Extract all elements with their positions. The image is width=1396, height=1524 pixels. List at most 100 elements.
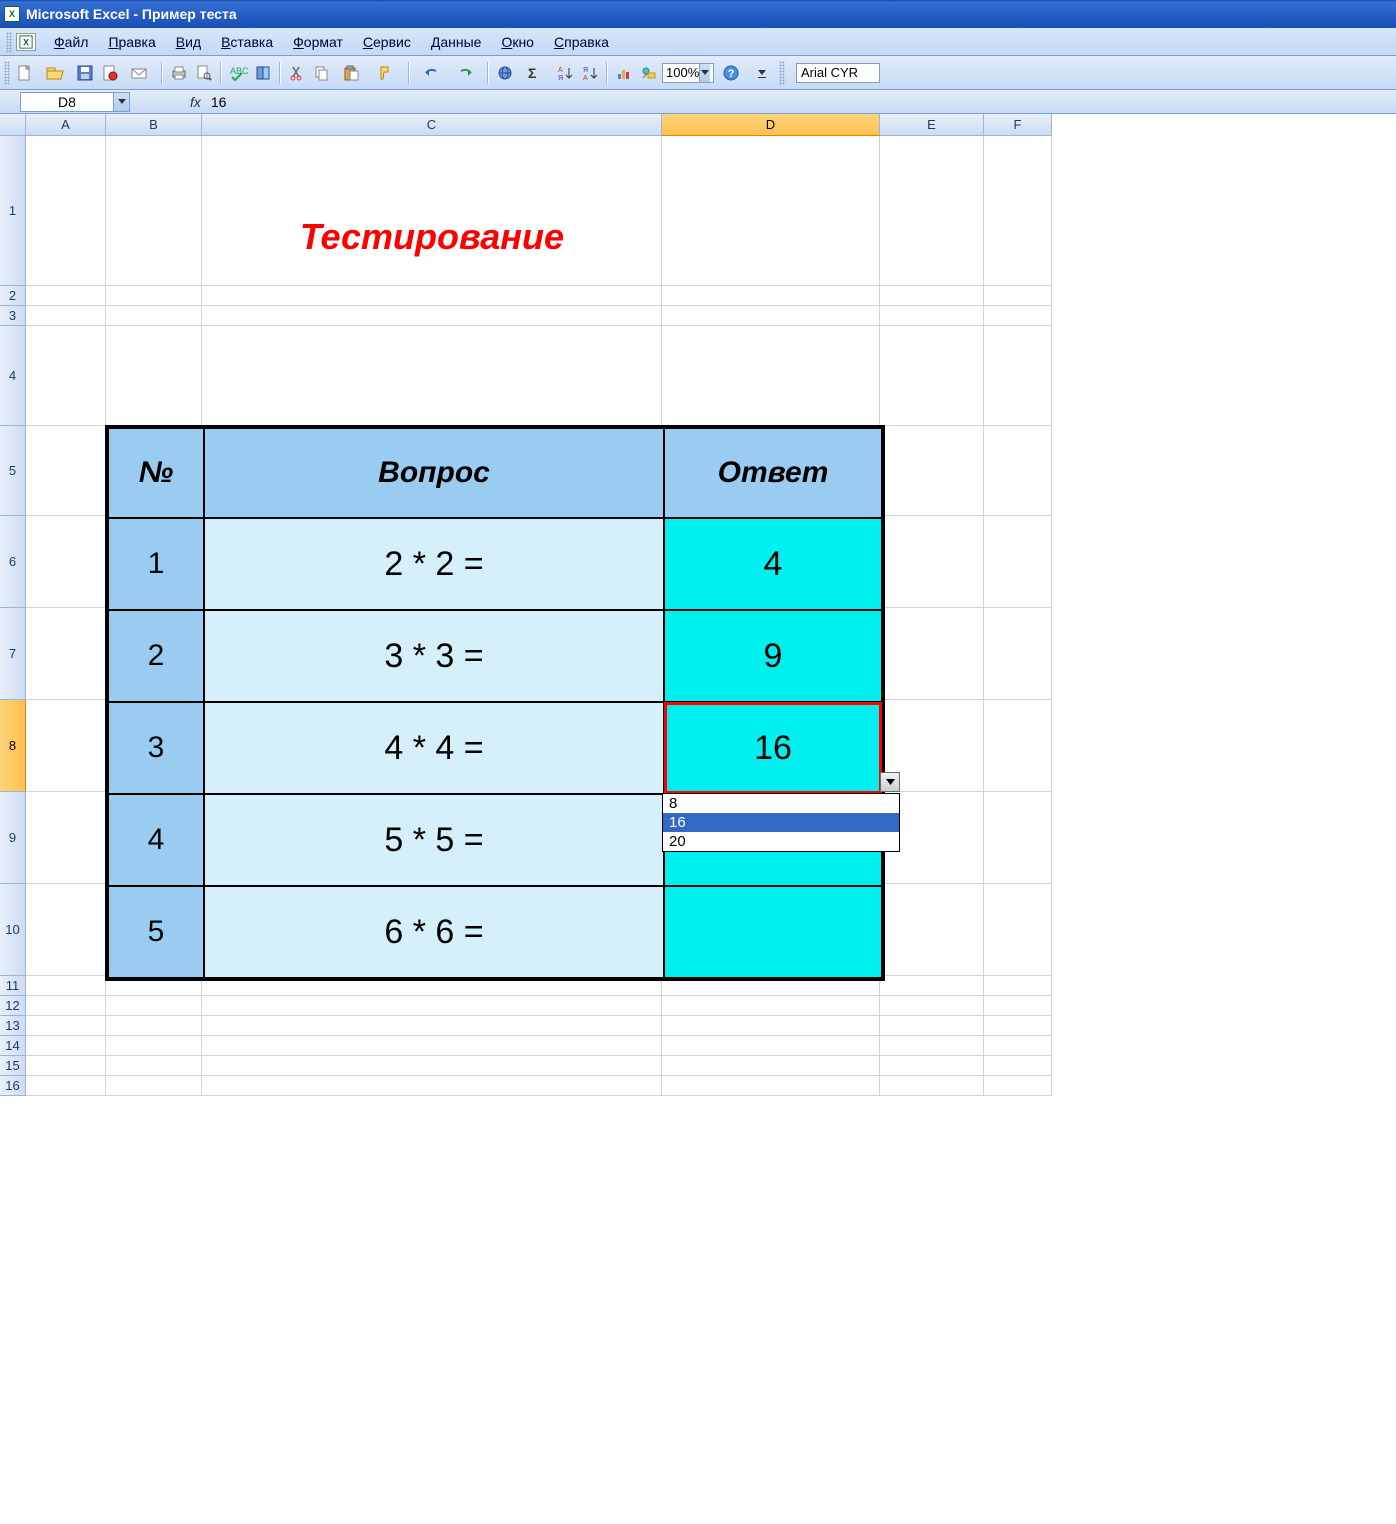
row-header-2[interactable]: 2: [0, 286, 26, 306]
autosum-button[interactable]: Σ: [518, 61, 552, 85]
formula-value[interactable]: 16: [211, 94, 227, 110]
separator: [487, 62, 489, 84]
menu-вид[interactable]: Вид: [166, 31, 211, 53]
quiz-question-2[interactable]: 3 * 3 =: [204, 610, 664, 702]
paste-button[interactable]: [335, 61, 369, 85]
svg-text:Я: Я: [558, 75, 563, 81]
standard-toolbar: ABC Σ АЯ ЯА 100% ? Arial CYR: [0, 56, 1396, 90]
quiz-num-2[interactable]: 2: [108, 610, 204, 702]
column-header-D[interactable]: D: [662, 114, 880, 136]
print-button[interactable]: [167, 61, 191, 85]
row-header-1[interactable]: 1: [0, 136, 26, 286]
format-painter-button[interactable]: [370, 61, 404, 85]
copy-button[interactable]: [310, 61, 334, 85]
separator: [279, 62, 281, 84]
row-header-16[interactable]: 16: [0, 1076, 26, 1096]
chart-button[interactable]: [612, 61, 636, 85]
column-header-C[interactable]: C: [202, 114, 662, 136]
permissions-button[interactable]: [98, 61, 122, 85]
row-header-4[interactable]: 4: [0, 326, 26, 426]
row-header-15[interactable]: 15: [0, 1056, 26, 1076]
font-combo[interactable]: Arial CYR: [796, 63, 880, 83]
window-title: Microsoft Excel - Пример теста: [26, 6, 237, 22]
menu-данные[interactable]: Данные: [421, 31, 492, 53]
menu-файл[interactable]: Файл: [44, 31, 98, 53]
spelling-button[interactable]: ABC: [226, 61, 250, 85]
mail-button[interactable]: [123, 61, 157, 85]
quiz-num-5[interactable]: 5: [108, 886, 204, 978]
dropdown-option[interactable]: 8: [663, 794, 899, 813]
row-header-3[interactable]: 3: [0, 306, 26, 326]
quiz-answer-1[interactable]: 4: [664, 518, 882, 610]
help-button[interactable]: ?: [715, 61, 749, 85]
row-header-6[interactable]: 6: [0, 516, 26, 608]
row-header-5[interactable]: 5: [0, 426, 26, 516]
zoom-value: 100%: [666, 65, 699, 80]
row-header-10[interactable]: 10: [0, 884, 26, 976]
print-preview-button[interactable]: [192, 61, 216, 85]
toolbar-options-button[interactable]: [750, 61, 774, 85]
column-header-E[interactable]: E: [880, 114, 984, 136]
sort-asc-button[interactable]: АЯ: [553, 61, 577, 85]
zoom-combo[interactable]: 100%: [662, 63, 714, 83]
worksheet-grid[interactable]: Тестирование№ВопросОтвет12 * 2 =423 * 3 …: [26, 136, 1396, 1096]
dropdown-list[interactable]: 81620: [662, 793, 900, 852]
column-header-B[interactable]: B: [106, 114, 202, 136]
quiz-question-1[interactable]: 2 * 2 =: [204, 518, 664, 610]
window-titlebar: X Microsoft Excel - Пример теста: [0, 0, 1396, 28]
name-box[interactable]: D8: [20, 92, 130, 112]
excel-app-icon: X: [4, 6, 20, 22]
fx-label[interactable]: fx: [190, 94, 201, 110]
open-button[interactable]: [38, 61, 72, 85]
dropdown-option[interactable]: 20: [663, 832, 899, 851]
research-button[interactable]: [251, 61, 275, 85]
chevron-down-icon[interactable]: [699, 64, 710, 82]
cut-button[interactable]: [285, 61, 309, 85]
menu-вставка[interactable]: Вставка: [211, 31, 283, 53]
separator: [220, 62, 222, 84]
menu-правка[interactable]: Правка: [98, 31, 165, 53]
drawing-button[interactable]: [637, 61, 661, 85]
column-header-F[interactable]: F: [984, 114, 1052, 136]
svg-text:ABC: ABC: [230, 66, 248, 76]
menu-сервис[interactable]: Сервис: [353, 31, 421, 53]
menu-формат[interactable]: Формат: [283, 31, 353, 53]
new-button[interactable]: [13, 61, 37, 85]
quiz-question-5[interactable]: 6 * 6 =: [204, 886, 664, 978]
svg-text:А: А: [583, 75, 588, 81]
row-header-13[interactable]: 13: [0, 1016, 26, 1036]
dropdown-button[interactable]: [880, 772, 900, 792]
grip-icon: [779, 61, 785, 85]
quiz-answer-2[interactable]: 9: [664, 610, 882, 702]
save-button[interactable]: [73, 61, 97, 85]
quiz-question-3[interactable]: 4 * 4 =: [204, 702, 664, 794]
row-header-14[interactable]: 14: [0, 1036, 26, 1056]
quiz-num-1[interactable]: 1: [108, 518, 204, 610]
row-header-8[interactable]: 8: [0, 700, 26, 792]
svg-text:X: X: [23, 37, 29, 47]
quiz-answer-5[interactable]: [664, 886, 882, 978]
hyperlink-button[interactable]: [493, 61, 517, 85]
quiz-num-4[interactable]: 4: [108, 794, 204, 886]
redo-button[interactable]: [449, 61, 483, 85]
workbook-icon[interactable]: X: [16, 33, 36, 51]
column-header-A[interactable]: A: [26, 114, 106, 136]
svg-text:Σ: Σ: [528, 65, 536, 81]
menu-справка[interactable]: Справка: [544, 31, 619, 53]
chevron-down-icon[interactable]: [113, 93, 129, 111]
separator: [161, 62, 163, 84]
select-all-corner[interactable]: [0, 114, 26, 136]
undo-button[interactable]: [414, 61, 448, 85]
row-header-7[interactable]: 7: [0, 608, 26, 700]
separator: [408, 62, 410, 84]
quiz-num-3[interactable]: 3: [108, 702, 204, 794]
quiz-answer-3[interactable]: 16: [664, 702, 882, 794]
row-header-12[interactable]: 12: [0, 996, 26, 1016]
row-header-11[interactable]: 11: [0, 976, 26, 996]
menu-окно[interactable]: Окно: [491, 31, 544, 53]
quiz-question-4[interactable]: 5 * 5 =: [204, 794, 664, 886]
sort-desc-button[interactable]: ЯА: [578, 61, 602, 85]
page-title: Тестирование: [202, 216, 662, 258]
row-header-9[interactable]: 9: [0, 792, 26, 884]
dropdown-option[interactable]: 16: [663, 813, 899, 832]
